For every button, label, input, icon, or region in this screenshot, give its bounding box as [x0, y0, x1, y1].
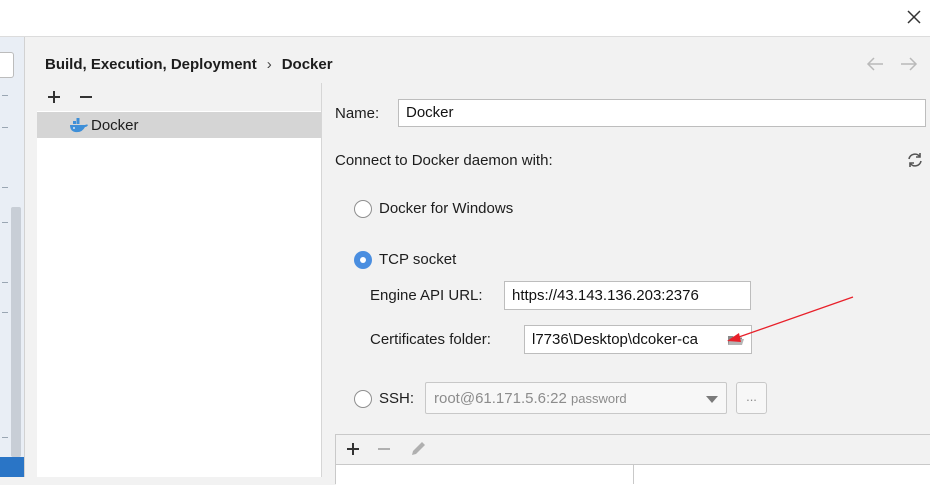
tree-item-marker[interactable]: [2, 187, 8, 188]
ssh-auth-hint: password: [571, 391, 627, 406]
docker-list-panel: Docker: [37, 83, 322, 477]
arrow-left-icon[interactable]: [866, 56, 884, 72]
settings-tree[interactable]: [0, 37, 25, 477]
tree-item-marker[interactable]: [2, 222, 8, 223]
list-item-docker[interactable]: Docker: [37, 112, 321, 138]
docker-whale-icon: [70, 118, 88, 133]
minus-icon[interactable]: [377, 442, 391, 456]
connect-label: Connect to Docker daemon with:: [335, 152, 553, 169]
certificates-folder-value: l7736\Desktop\dcoker-ca: [532, 331, 698, 348]
minus-icon[interactable]: [78, 89, 94, 105]
docker-for-windows-radio[interactable]: [354, 200, 372, 218]
tree-selected-item[interactable]: [0, 457, 24, 477]
list-toolbar: [37, 83, 321, 111]
breadcrumb-parent[interactable]: Build, Execution, Deployment: [45, 56, 257, 73]
plus-icon[interactable]: [346, 442, 360, 456]
name-label: Name:: [335, 105, 380, 122]
tree-item-marker[interactable]: [2, 127, 8, 128]
breadcrumb-separator: ›: [266, 56, 272, 73]
tree-item-marker[interactable]: [2, 437, 8, 438]
ssh-config-value: root@61.171.5.6:22 password: [434, 390, 627, 407]
mappings-column-divider: [633, 464, 634, 484]
engine-api-url-label: Engine API URL:: [370, 287, 483, 304]
list-item-label: Docker: [91, 117, 139, 134]
tcp-socket-radio[interactable]: [354, 251, 372, 269]
dialog-title-bar: [0, 0, 930, 37]
close-icon[interactable]: [906, 9, 922, 25]
tree-item-marker[interactable]: [2, 312, 8, 313]
tree-scrollbar[interactable]: [11, 207, 21, 457]
name-input[interactable]: Docker: [398, 99, 926, 127]
tcp-socket-label[interactable]: TCP socket: [379, 251, 456, 268]
docker-for-windows-label[interactable]: Docker for Windows: [379, 200, 513, 217]
ssh-label[interactable]: SSH:: [379, 390, 414, 407]
breadcrumb: Build, Execution, Deployment › Docker: [45, 56, 333, 73]
tree-item-marker[interactable]: [2, 95, 8, 96]
ssh-browse-button[interactable]: ...: [736, 382, 767, 414]
chevron-down-icon: [706, 396, 718, 403]
engine-api-url-input[interactable]: https://43.143.136.203:2376: [504, 281, 751, 310]
arrow-right-icon[interactable]: [900, 56, 918, 72]
ssh-radio[interactable]: [354, 390, 372, 408]
settings-search-input[interactable]: [0, 52, 14, 78]
refresh-icon[interactable]: [906, 152, 924, 168]
ssh-config-select[interactable]: root@61.171.5.6:22 password: [425, 382, 727, 414]
tree-item-marker[interactable]: [2, 282, 8, 283]
certificates-folder-label: Certificates folder:: [370, 331, 491, 348]
folder-open-icon[interactable]: [727, 334, 745, 346]
breadcrumb-current: Docker: [281, 56, 333, 73]
plus-icon[interactable]: [46, 89, 62, 105]
pencil-icon[interactable]: [409, 440, 427, 458]
certificates-folder-input[interactable]: l7736\Desktop\dcoker-ca: [524, 325, 752, 354]
